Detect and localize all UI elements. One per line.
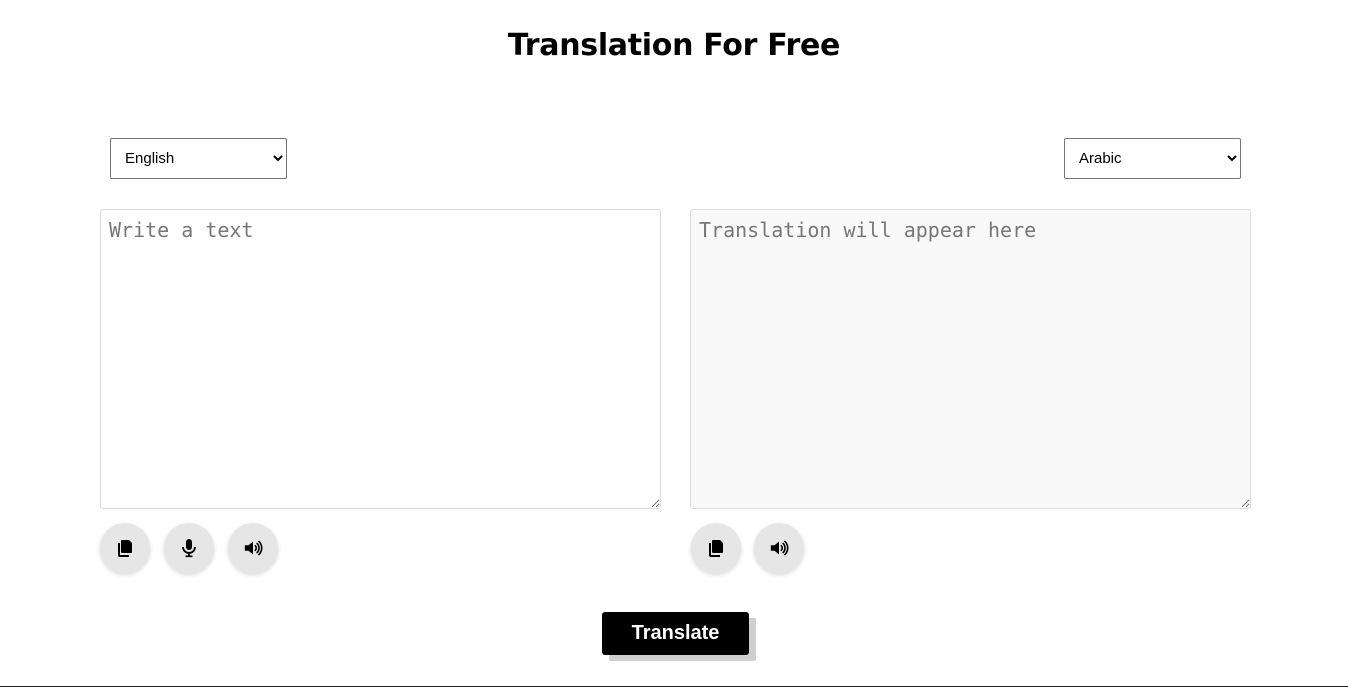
- target-language-select[interactable]: Arabic: [1064, 138, 1241, 179]
- target-speak-button[interactable]: [754, 523, 804, 573]
- speaker-icon: [769, 538, 789, 558]
- translation-output[interactable]: [690, 209, 1251, 509]
- source-copy-button[interactable]: [100, 523, 150, 573]
- copy-icon: [706, 538, 726, 558]
- source-speak-button[interactable]: [228, 523, 278, 573]
- speaker-icon: [243, 538, 263, 558]
- source-language-select[interactable]: English: [110, 138, 287, 179]
- page-title: Translation For Free: [507, 28, 841, 63]
- translate-button-wrapper: Translate: [602, 612, 756, 661]
- microphone-icon: [179, 538, 199, 558]
- copy-icon: [115, 538, 135, 558]
- target-copy-button[interactable]: [691, 523, 741, 573]
- translator-page: Translation For Free English Arabic Writ…: [0, 0, 1348, 687]
- source-text-input[interactable]: [100, 209, 661, 509]
- translate-button[interactable]: Translate: [602, 612, 749, 655]
- source-microphone-button[interactable]: [164, 523, 214, 573]
